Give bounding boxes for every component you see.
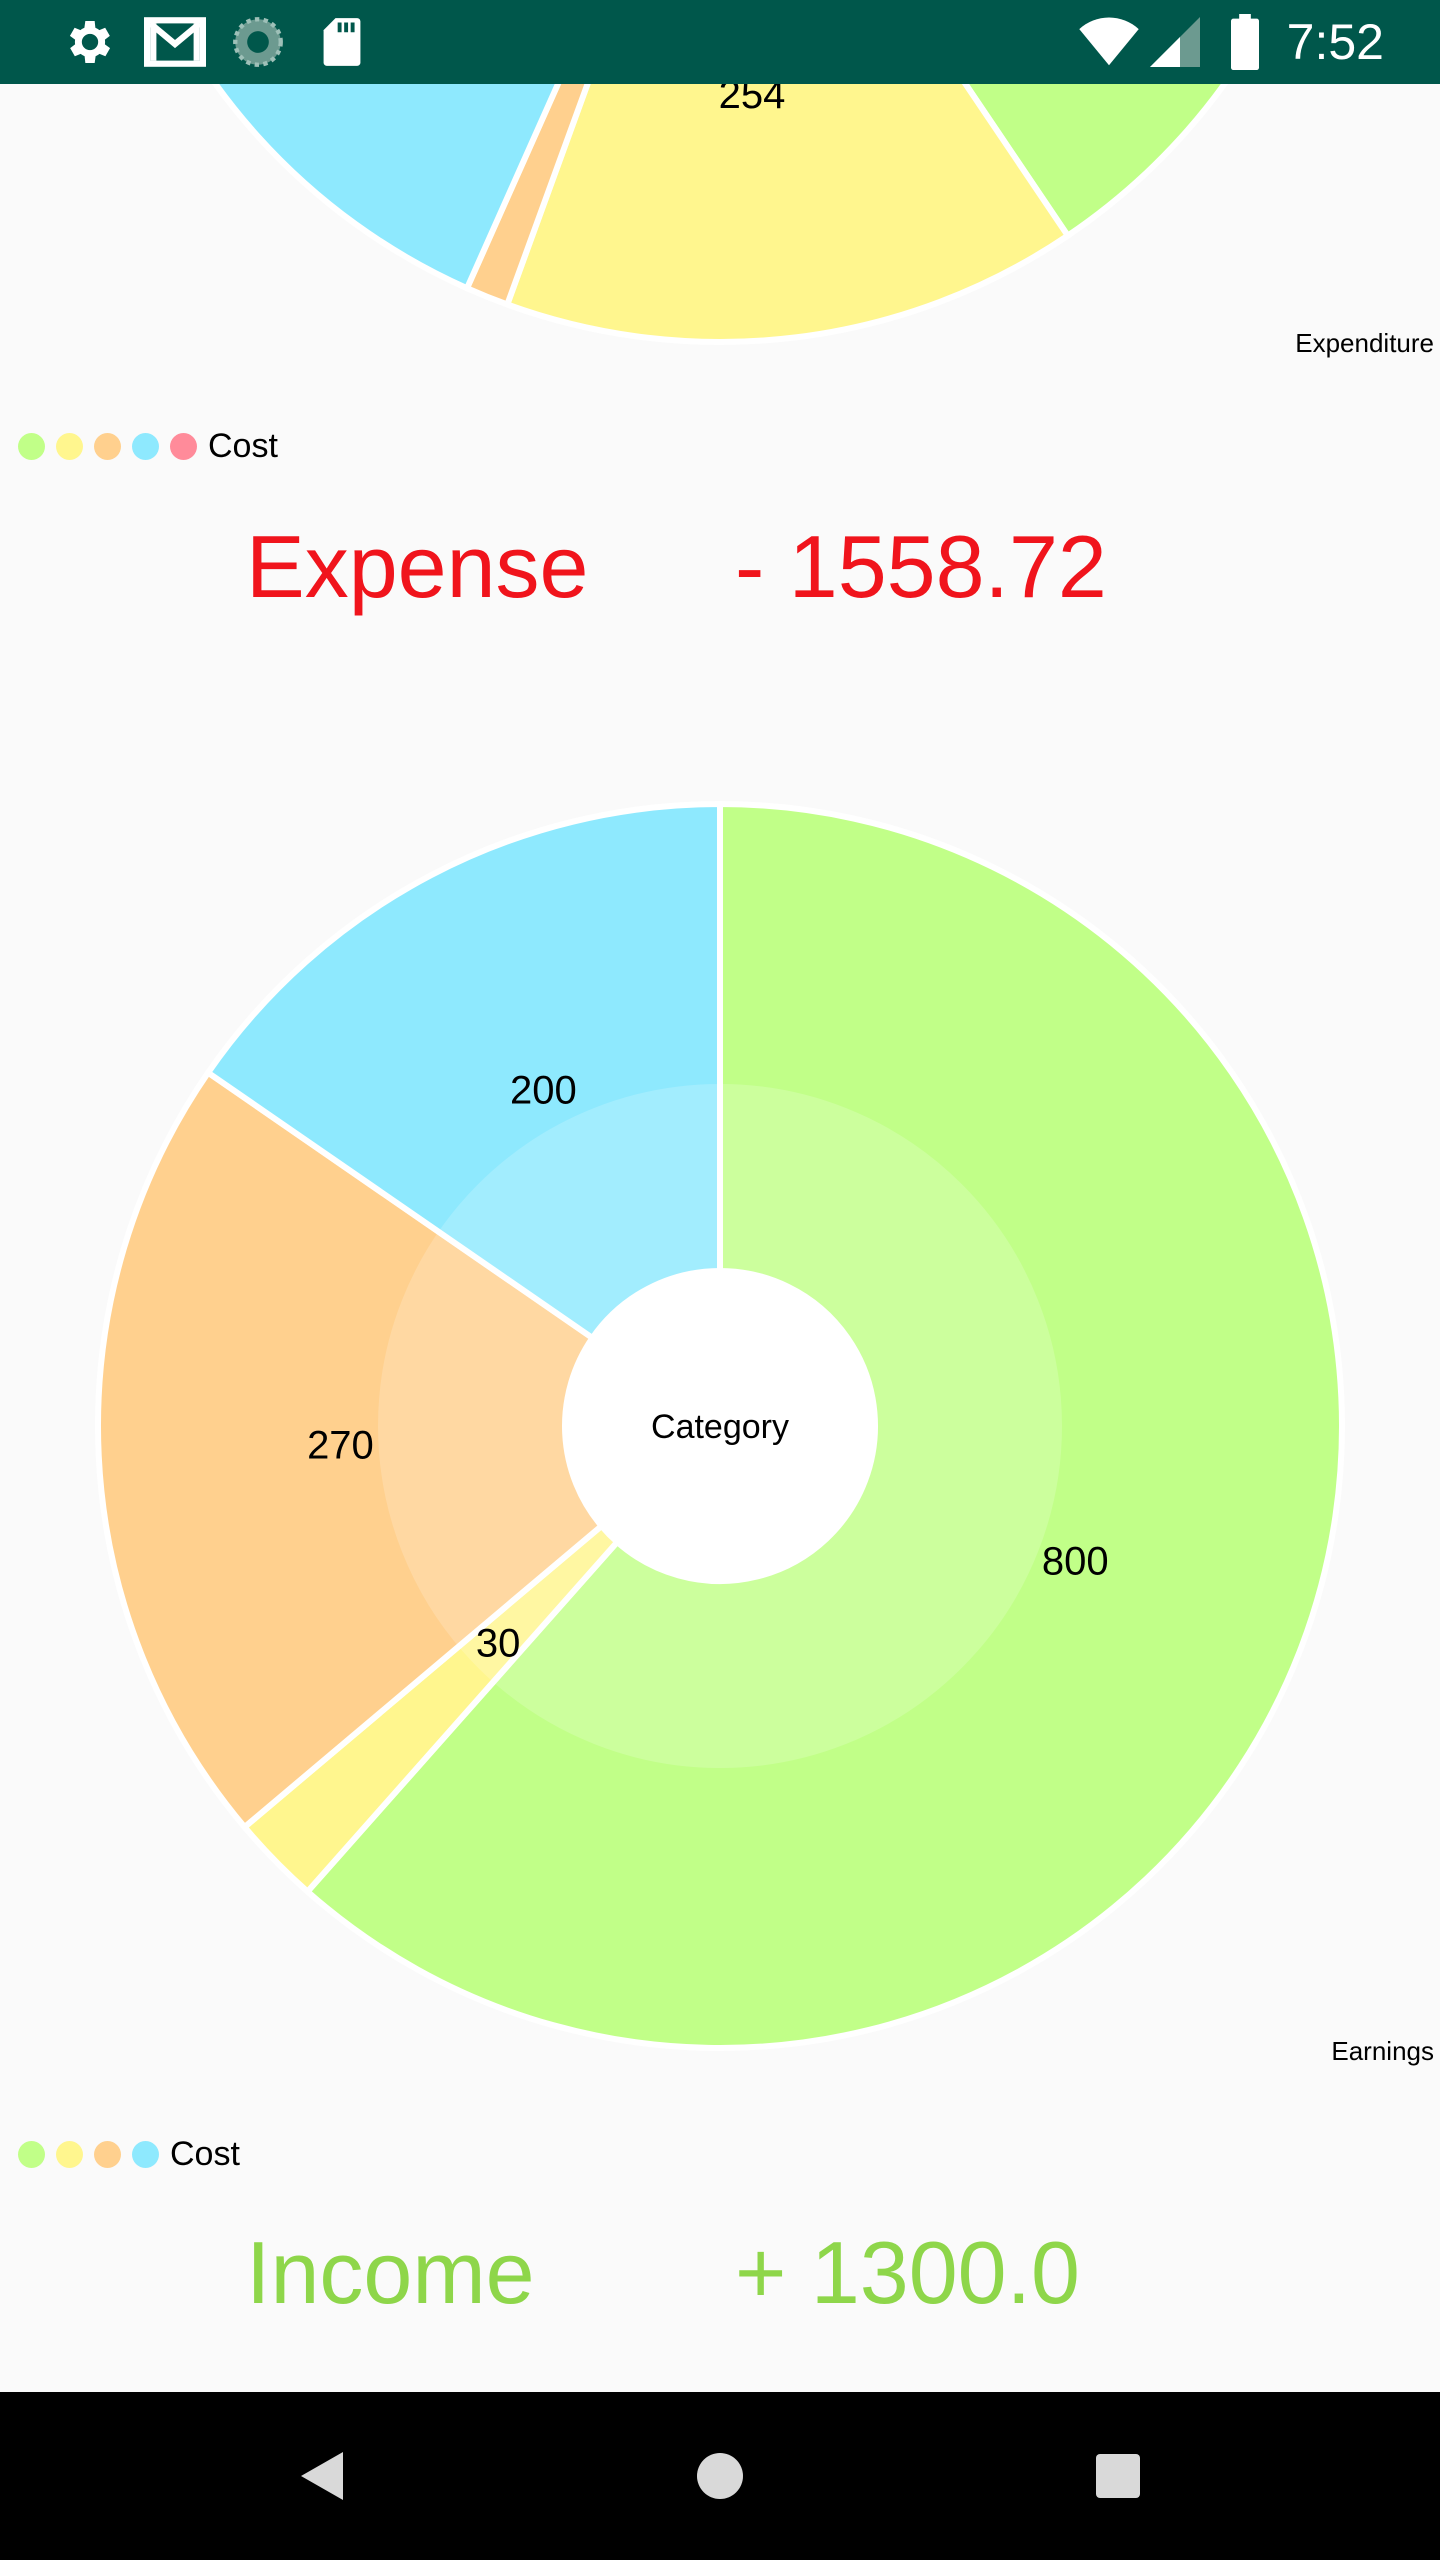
settings-icon [62, 0, 118, 84]
earnings-legend: Cost [18, 2134, 240, 2174]
battery-icon [1230, 0, 1260, 84]
slice-label: 30 [476, 1622, 521, 1666]
home-icon [697, 2453, 743, 2499]
legend-label: Cost [208, 426, 278, 465]
legend-dot [94, 2140, 121, 2168]
chart-scroll-view[interactable]: 254 Expenditure Cost Expense - 1558.72 C… [0, 84, 1440, 2392]
legend-dot [56, 432, 83, 460]
chart-description: Expenditure [1295, 328, 1434, 358]
back-button[interactable] [252, 2392, 392, 2560]
legend-dot [56, 2140, 83, 2168]
home-button[interactable] [650, 2392, 790, 2560]
status-bar: 7:52 [0, 0, 1440, 84]
expenditure-pie-chart[interactable]: 254 [0, 84, 1440, 404]
expense-amount: - 1558.72 [735, 517, 1107, 616]
status-time: 7:52 [1286, 14, 1384, 70]
legend-dot [94, 432, 121, 460]
wifi-icon [1078, 0, 1140, 84]
slice-label: 270 [307, 1423, 374, 1467]
legend-label: Cost [170, 2134, 240, 2173]
income-amount: + 1300.0 [735, 2223, 1080, 2322]
slice-label: 254 [719, 84, 786, 117]
expenditure-legend: Cost [18, 426, 278, 466]
recents-icon [1096, 2454, 1140, 2498]
legend-dot [18, 2140, 45, 2168]
signal-icon [1150, 0, 1200, 84]
expense-label: Expense [246, 517, 589, 616]
expense-summary: Expense - 1558.72 [0, 516, 1440, 636]
slice-label: 200 [510, 1069, 577, 1113]
income-label: Income [246, 2223, 535, 2322]
income-summary: Income + 1300.0 [0, 2222, 1440, 2342]
gmail-icon [144, 0, 206, 84]
legend-dot [132, 2140, 159, 2168]
navigation-bar [0, 2392, 1440, 2560]
sd-card-icon [320, 0, 364, 84]
legend-dot [132, 432, 159, 460]
back-icon [301, 2452, 343, 2500]
earnings-pie-chart[interactable]: Category 800 30 270 200 [0, 800, 1440, 2090]
center-text: Category [651, 1408, 789, 1446]
pie-slice[interactable] [503, 84, 1072, 345]
legend-dot [170, 432, 197, 460]
slice-label: 800 [1042, 1540, 1109, 1584]
recents-button[interactable] [1048, 2392, 1188, 2560]
chart-description: Earnings [1331, 2036, 1434, 2066]
sync-icon [232, 0, 284, 84]
legend-dot [18, 432, 45, 460]
